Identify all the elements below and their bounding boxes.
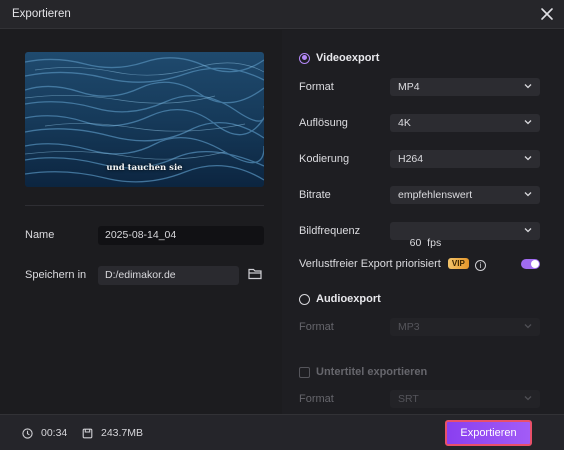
lossless-label: Verlustfreier Export priorisiert — [299, 258, 441, 270]
audio-format-label: Format — [299, 321, 334, 333]
save-location-label: Speichern in — [25, 269, 87, 281]
name-input[interactable]: 2025-08-14_04 — [98, 226, 264, 245]
audio-format-select[interactable]: MP3 — [390, 318, 540, 336]
subtitle-export-option[interactable]: Untertitel exportieren — [299, 366, 427, 378]
name-label: Name — [25, 229, 55, 241]
subtitle-export-heading: Untertitel exportieren — [316, 366, 428, 378]
duration-value: 00:34 — [41, 427, 68, 439]
audio-export-heading: Audioexport — [316, 293, 381, 305]
subtitle-caption: und tauchen sie — [106, 163, 183, 173]
left-panel: und tauchen sie Name 2025-08-14_04 Speic… — [0, 30, 282, 414]
clock-icon — [22, 427, 33, 439]
subtitle-format-select[interactable]: SRT — [390, 390, 540, 408]
audio-export-radio[interactable] — [299, 293, 310, 305]
video-export-radio[interactable] — [299, 52, 310, 64]
duration-stat: 00:34 — [22, 427, 67, 439]
resolution-select[interactable]: 4K — [390, 114, 540, 132]
framerate-select[interactable]: 60 fps — [390, 222, 540, 249]
footer-bar: 00:34 243.7MB Exportieren — [0, 414, 564, 450]
format-label: Format — [299, 81, 334, 93]
resolution-value: 4K — [398, 117, 411, 129]
chevron-down-icon — [524, 228, 532, 233]
framerate-label: Bildfrequenz — [299, 225, 361, 237]
settings-panel: Videoexport Format MP4 Auflösung 4K Kodi… — [282, 30, 564, 414]
bitrate-select[interactable]: empfehlenswert — [390, 186, 540, 204]
subtitle-format-label: Format — [299, 393, 334, 405]
format-value: MP4 — [398, 81, 420, 93]
file-size-icon — [82, 428, 93, 438]
vip-badge: VIP — [447, 258, 469, 269]
lossless-toggle[interactable] — [521, 259, 540, 269]
chevron-down-icon — [524, 324, 532, 329]
video-export-option[interactable]: Videoexport — [299, 52, 379, 64]
save-path-input[interactable]: D:/edimakor.de — [98, 266, 239, 285]
lossless-row: Verlustfreier Export priorisiert VIP i — [299, 258, 486, 271]
framerate-value: 60 fps — [409, 237, 442, 249]
subtitle-export-checkbox[interactable] — [299, 366, 310, 378]
resolution-label: Auflösung — [299, 117, 348, 129]
audio-export-option[interactable]: Audioexport — [299, 293, 381, 305]
chevron-down-icon — [524, 192, 532, 197]
folder-icon[interactable] — [248, 267, 262, 280]
encoding-label: Kodierung — [299, 153, 350, 165]
chevron-down-icon — [524, 120, 532, 125]
window-title: Exportieren — [12, 8, 71, 20]
audio-format-value: MP3 — [398, 321, 420, 333]
chevron-down-icon — [524, 396, 532, 401]
info-icon[interactable]: i — [474, 260, 486, 271]
bitrate-label: Bitrate — [299, 189, 331, 201]
chevron-down-icon — [524, 156, 532, 161]
subtitle-format-value: SRT — [398, 393, 419, 405]
size-stat: 243.7MB — [82, 427, 143, 439]
video-preview: und tauchen sie — [25, 52, 264, 187]
encoding-value: H264 — [398, 153, 424, 165]
chevron-down-icon — [524, 84, 532, 89]
bitrate-value: empfehlenswert — [398, 189, 473, 201]
size-value: 243.7MB — [101, 427, 144, 439]
close-icon[interactable] — [538, 5, 556, 23]
video-export-heading: Videoexport — [316, 52, 380, 64]
export-button[interactable]: Exportieren — [445, 420, 532, 446]
format-select[interactable]: MP4 — [390, 78, 540, 96]
title-bar: Exportieren — [0, 0, 564, 29]
encoding-select[interactable]: H264 — [390, 150, 540, 168]
divider — [25, 205, 264, 206]
